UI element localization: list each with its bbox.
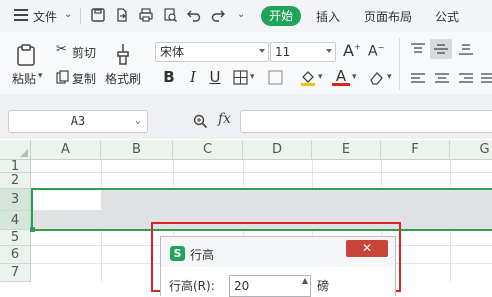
underline-button[interactable]: U	[206, 68, 224, 86]
grow-font-label: A	[343, 41, 354, 60]
cut-button[interactable]: 剪切	[72, 44, 96, 61]
chevron-down-icon[interactable]: ▾	[318, 72, 323, 82]
align-right-icon[interactable]	[458, 72, 474, 86]
align-middle-icon	[434, 44, 448, 54]
column-header[interactable]: B	[101, 140, 173, 160]
format-painter-button[interactable]: 格式刷	[105, 70, 141, 87]
tab-home[interactable]: 开始	[261, 6, 301, 26]
hamburger-menu-icon[interactable]	[14, 9, 28, 21]
align-center-icon[interactable]	[434, 72, 450, 86]
gridline	[31, 172, 492, 173]
column-header[interactable]: G	[450, 140, 492, 160]
chevron-down-icon	[259, 49, 265, 53]
row-height-input[interactable]: 20 ▲	[229, 275, 311, 297]
menu-bar: 文件 ⌄ ⌄ 开始 插入 页面布局 公式	[0, 0, 492, 32]
eraser-icon[interactable]	[368, 69, 385, 86]
scissors-icon[interactable]: ✂	[56, 42, 67, 57]
print-icon[interactable]	[138, 7, 154, 23]
paste-icon[interactable]	[14, 43, 38, 67]
chevron-down-icon[interactable]: ▾	[352, 72, 357, 82]
align-left-icon[interactable]	[410, 72, 426, 86]
font-color-label: A	[335, 67, 347, 85]
file-menu[interactable]: 文件	[33, 8, 57, 25]
tab-insert[interactable]: 插入	[316, 8, 340, 25]
dialog-body: 行高(R): 20 ▲ 磅	[161, 267, 395, 297]
shrink-font-button[interactable]: A−	[368, 43, 384, 60]
insert-function-button[interactable]: fx	[218, 111, 231, 127]
column-header[interactable]: C	[173, 140, 243, 160]
merge-cells-icon[interactable]	[268, 70, 283, 85]
row-header[interactable]: 2	[0, 173, 31, 189]
row-header[interactable]: 1	[0, 160, 31, 173]
font-name-value: 宋体	[160, 45, 185, 59]
align-bottom-icon[interactable]	[458, 42, 474, 56]
justify-icon[interactable]	[480, 72, 492, 86]
paste-button[interactable]: 粘贴	[12, 70, 36, 87]
unit-label: 磅	[317, 279, 330, 293]
borders-icon[interactable]	[233, 70, 248, 85]
shrink-font-label: A	[368, 43, 378, 60]
name-box-value: A3	[70, 114, 86, 128]
separator	[399, 38, 400, 90]
chevron-down-icon[interactable]: ⌄	[237, 9, 245, 20]
grow-font-button[interactable]: A+	[343, 41, 361, 60]
chevron-down-icon	[326, 49, 332, 53]
wps-logo-icon: S	[170, 246, 185, 261]
row-height-value: 20	[234, 279, 250, 293]
chevron-down-icon[interactable]: ▾	[387, 72, 392, 82]
fill-color-icon[interactable]	[299, 68, 317, 86]
ribbon: 粘贴 ▾ ✂ 剪切 复制 格式刷 宋体 11 A+ A− B I U ▾ ▾ A…	[0, 32, 492, 95]
chevron-down-icon[interactable]: ▾	[38, 71, 43, 81]
dialog-title: 行高	[190, 248, 215, 262]
print-preview-icon[interactable]	[162, 7, 178, 23]
undo-icon[interactable]	[186, 7, 202, 23]
tab-formulas[interactable]: 公式	[435, 8, 459, 25]
bold-button[interactable]: B	[160, 68, 178, 86]
copy-button[interactable]: 复制	[72, 70, 96, 87]
align-top-icon[interactable]	[410, 42, 426, 56]
close-button[interactable]: ✕	[346, 240, 388, 257]
row-header-selected[interactable]: 3	[0, 189, 31, 211]
align-middle-button[interactable]	[430, 39, 452, 59]
font-size-select[interactable]: 11	[270, 42, 336, 62]
row-header[interactable]: 7	[0, 264, 31, 282]
save-icon[interactable]	[90, 7, 106, 23]
chevron-down-icon[interactable]: ⌄	[64, 9, 72, 20]
name-box[interactable]: A3 ⌄	[8, 110, 148, 133]
font-name-select[interactable]: 宋体	[155, 42, 269, 62]
row-height-label: 行高(R):	[169, 279, 215, 293]
font-size-value: 11	[275, 45, 291, 59]
chevron-down-icon[interactable]: ▾	[250, 72, 255, 82]
column-header[interactable]: D	[243, 140, 312, 160]
fill-handle[interactable]	[30, 227, 35, 232]
zoom-search-icon[interactable]	[193, 114, 208, 129]
tab-page-layout[interactable]: 页面布局	[364, 8, 412, 25]
font-color-button[interactable]: A	[332, 67, 350, 86]
format-painter-icon[interactable]	[112, 42, 134, 66]
copy-icon[interactable]	[56, 70, 70, 84]
column-header[interactable]: E	[312, 140, 381, 160]
formula-input[interactable]	[240, 110, 492, 133]
column-header[interactable]: A	[31, 140, 101, 160]
select-all-corner[interactable]	[0, 140, 31, 160]
chevron-down-icon: ⌄	[134, 115, 141, 126]
export-icon[interactable]	[114, 7, 130, 23]
stepper-up-icon[interactable]: ▲	[302, 276, 308, 285]
italic-button[interactable]: I	[184, 68, 202, 86]
separator	[80, 8, 81, 24]
column-header[interactable]: F	[381, 140, 450, 160]
row-header-selected[interactable]: 4	[0, 211, 31, 230]
row-header[interactable]: 6	[0, 246, 31, 264]
redo-icon[interactable]	[210, 7, 226, 23]
row-header[interactable]: 5	[0, 230, 31, 246]
